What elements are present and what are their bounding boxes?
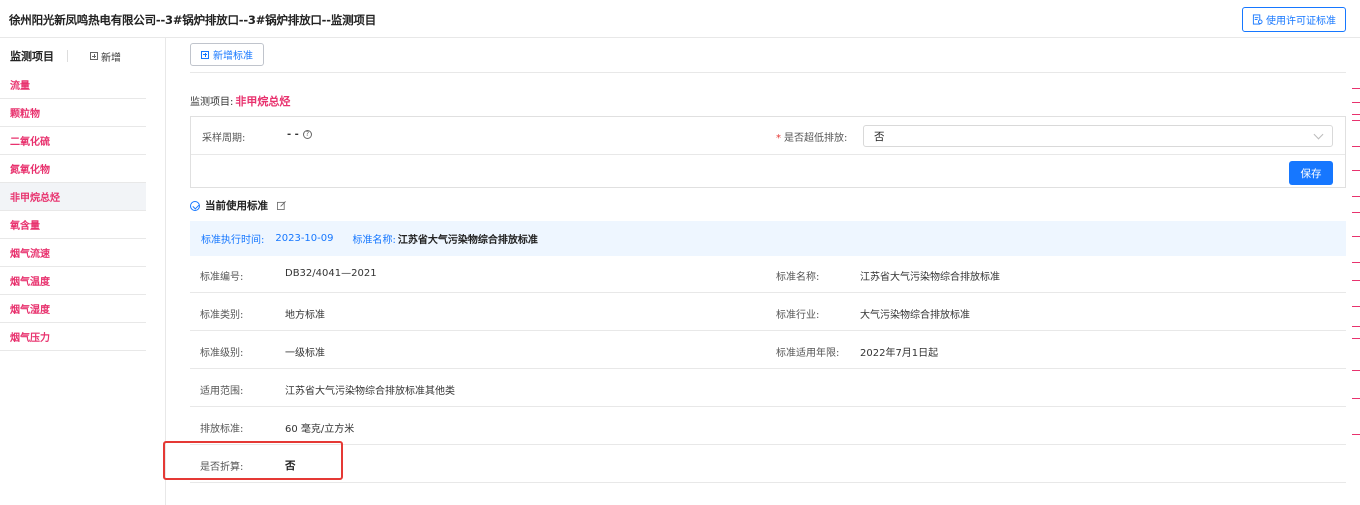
monitor-item-list: 流量 颗粒物 二氧化硫 氮氧化物 非甲烷总烃 氧含量 烟气流速 烟气温度 烟气湿… [0,71,146,351]
sidebar-item-nox[interactable]: 氮氧化物 [0,155,146,183]
standard-code-label: 标准编号: [200,272,244,283]
emission-standard-label: 排放标准: [200,424,244,435]
standard-years-value: 2022年7月1日起 [860,348,939,359]
use-license-standard-button[interactable]: 使用许可证标准 [1242,7,1346,32]
monitor-item-value: 非甲烷总烃 [235,95,291,108]
scope-value: 江苏省大气污染物综合排放标准其他类 [285,386,455,397]
exec-time-value: 2023-10-09 [275,233,334,244]
standard-level-label: 标准级别: [200,348,244,359]
scroll-marker [1352,170,1360,171]
scroll-marker [1352,236,1360,237]
sidebar-item-gas-pressure[interactable]: 烟气压力 [0,323,146,351]
required-mark: * [776,133,781,144]
document-icon [1252,14,1263,25]
main-content: 新增标准 监测项目: 非甲烷总烃 采样周期: - - ? * 是否超低排放: 否 保… [166,38,1360,505]
add-monitor-item-label: 新增 [101,52,121,64]
standard-name-label: 标准名称: [352,235,396,246]
standard-details: 标准编号: DB32/4041—2021 标准名称: 江苏省大气污染物综合排放标… [190,255,1346,483]
sidebar-item-nmhc[interactable]: 非甲烷总烃 [0,183,146,211]
ultra-low-emission-select[interactable]: 否 [863,125,1333,147]
sidebar-item-gas-humidity[interactable]: 烟气湿度 [0,295,146,323]
scroll-marker [1352,102,1360,103]
sidebar-divider [67,50,68,62]
use-license-standard-label: 使用许可证标准 [1266,16,1336,27]
add-standard-label: 新增标准 [213,51,253,62]
detail-row: 适用范围: 江苏省大气污染物综合排放标准其他类 [190,369,1346,407]
chevron-down-icon [1313,129,1324,140]
sidebar-header: 监测项目 新增 [10,48,146,64]
plus-square-icon [90,52,98,60]
sidebar: 监测项目 新增 流量 颗粒物 二氧化硫 氮氧化物 非甲烷总烃 氧含量 烟气流速 … [0,38,166,505]
highlight-annotation-box [163,441,343,480]
monitor-item-row: 监测项目: 非甲烷总烃 [190,93,290,109]
scroll-marker [1352,370,1360,371]
sidebar-item-particulate[interactable]: 颗粒物 [0,99,146,127]
scroll-marker [1352,280,1360,281]
ultra-low-emission-label: * 是否超低排放: [776,129,847,144]
scroll-marker [1352,398,1360,399]
standard-years-label: 标准适用年限: [776,348,840,359]
standard-level-value: 一级标准 [285,348,325,359]
scroll-marker [1352,338,1360,339]
standard-type-label: 标准类别: [200,310,244,321]
sidebar-item-oxygen[interactable]: 氧含量 [0,211,146,239]
standard-name-detail-value: 江苏省大气污染物综合排放标准 [860,272,1000,283]
emission-standard-value: 60 毫克/立方米 [285,424,355,435]
page-title: 徐州阳光新凤鸣热电有限公司--3#锅炉排放口--3#锅炉排放口--监测项目 [9,13,377,27]
plus-square-icon [201,50,209,59]
ultra-low-emission-selected: 否 [874,130,885,143]
scroll-marker [1352,262,1360,263]
detail-row: 标准编号: DB32/4041—2021 标准名称: 江苏省大气污染物综合排放标… [190,255,1346,293]
page-header: 徐州阳光新凤鸣热电有限公司--3#锅炉排放口--3#锅炉排放口--监测项目 使用… [0,0,1360,38]
sampling-period-text: - - [287,129,299,140]
sidebar-title: 监测项目 [10,50,54,63]
scroll-marker [1352,114,1360,115]
scroll-marker [1352,212,1360,213]
sidebar-item-so2[interactable]: 二氧化硫 [0,127,146,155]
standard-name-value: 江苏省大气污染物综合排放标准 [397,235,538,246]
standard-industry-label: 标准行业: [776,310,820,321]
detail-row: 排放标准: 60 毫克/立方米 [190,407,1346,445]
exec-time-label: 标准执行时间: [201,235,265,246]
detail-row: 标准类别: 地方标准 标准行业: 大气污染物综合排放标准 [190,293,1346,331]
check-circle-icon [190,200,200,211]
form-row: 采样周期: - - ? * 是否超低排放: 否 [191,117,1345,155]
sampling-period-label: 采样周期: [202,133,246,144]
scroll-marker [1352,434,1360,435]
monitor-item-label: 监测项目: [190,97,234,108]
standard-type-value: 地方标准 [285,310,325,321]
current-standard-info-bar: 标准执行时间: 2023-10-09 标准名称: 江苏省大气污染物综合排放标准 [190,221,1346,256]
detail-row: 是否折算: 否 [190,445,1346,483]
add-monitor-item-button[interactable]: 新增 [90,49,121,64]
scroll-marker [1352,196,1360,197]
sampling-period-value: - - ? [287,129,312,140]
scope-label: 适用范围: [200,386,244,397]
standard-industry-value: 大气污染物综合排放标准 [860,310,970,321]
sidebar-item-gas-temperature[interactable]: 烟气温度 [0,267,146,295]
monitor-settings-form: 采样周期: - - ? * 是否超低排放: 否 保存 [190,116,1346,188]
ultra-low-emission-label-text: 是否超低排放: [784,133,848,144]
question-circle-icon[interactable]: ? [302,130,312,139]
edit-icon[interactable] [277,201,286,210]
scroll-marker [1352,326,1360,327]
save-button[interactable]: 保存 [1289,161,1333,185]
scroll-marker [1352,146,1360,147]
standard-name-detail-label: 标准名称: [776,272,820,283]
detail-row: 标准级别: 一级标准 标准适用年限: 2022年7月1日起 [190,331,1346,369]
scroll-marker [1352,120,1360,121]
scroll-marker [1352,88,1360,89]
divider [190,72,1346,73]
add-standard-button[interactable]: 新增标准 [190,43,264,66]
standard-code-value: DB32/4041—2021 [285,268,377,279]
scroll-marker [1352,306,1360,307]
current-standard-title: 当前使用标准 [205,200,268,212]
current-standard-header: 当前使用标准 [190,198,286,213]
sidebar-item-flow[interactable]: 流量 [0,71,146,99]
sidebar-item-gas-velocity[interactable]: 烟气流速 [0,239,146,267]
